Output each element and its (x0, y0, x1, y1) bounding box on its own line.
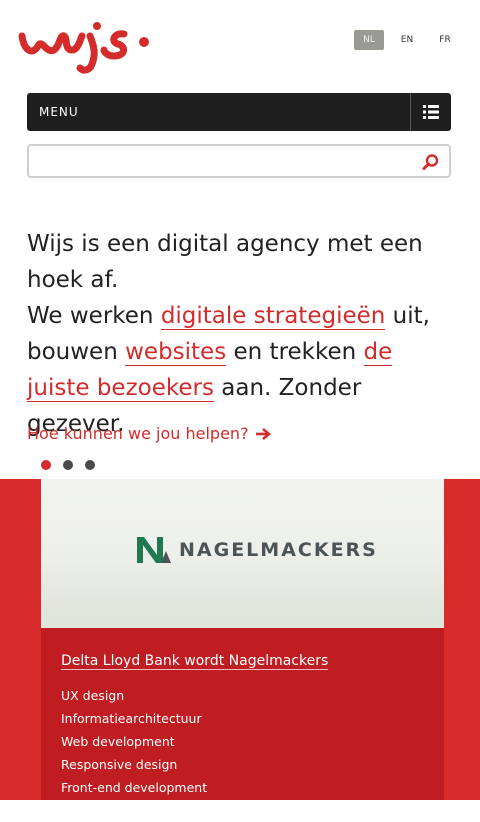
hero-line-2: We werken digitale strategieën uit, (27, 298, 462, 334)
hero-text-segment: en trekken (226, 339, 364, 365)
carousel-dots (41, 460, 95, 470)
image-landscape (41, 558, 444, 628)
menu-toggle-button[interactable] (410, 93, 451, 131)
service-item: Informatiearchitectuur (61, 711, 202, 726)
link-websites[interactable]: websites (125, 339, 227, 366)
service-item: Responsive design (61, 757, 178, 772)
hero-text-segment: uit, (385, 303, 430, 329)
menu-label: MENU (39, 105, 79, 119)
carousel-dot-1[interactable] (41, 460, 51, 470)
language-switcher: NL EN FR (354, 30, 460, 50)
list-icon (423, 105, 439, 119)
case-title-link[interactable]: Delta Lloyd Bank wordt Nagelmackers (61, 653, 329, 670)
hero-line-1: Wijs is een digital agency met een hoek … (27, 231, 423, 293)
case-card-image: NAGELMACKERS (41, 479, 444, 628)
carousel-dot-2[interactable] (63, 460, 73, 470)
hero-text-segment: We werken (27, 303, 161, 329)
wijs-logo[interactable] (18, 20, 152, 74)
help-link-label: Hoe kunnen we jou helpen? (27, 424, 249, 443)
logo-mark (18, 22, 149, 74)
lang-nl[interactable]: NL (354, 30, 384, 50)
menu-bar[interactable]: MENU (27, 93, 451, 131)
nagelmackers-logo: NAGELMACKERS (137, 537, 378, 563)
case-card-body: Delta Lloyd Bank wordt Nagelmackers UX d… (41, 628, 444, 818)
service-item: Front-end development (61, 780, 208, 795)
hero-text: Wijs is een digital agency met een hoek … (27, 226, 462, 442)
lang-fr[interactable]: FR (430, 30, 460, 50)
lang-en[interactable]: EN (392, 30, 422, 50)
search-input[interactable] (35, 146, 419, 176)
search-box (27, 144, 451, 178)
arrow-right-icon (255, 427, 271, 440)
carousel-dot-3[interactable] (85, 460, 95, 470)
service-item: Webshop (61, 803, 119, 818)
nagelmackers-mark-icon (137, 537, 171, 563)
hero-text-segment: bouwen (27, 339, 126, 365)
link-digitale-strategieen[interactable]: digitale strategieën (160, 303, 386, 330)
search-icon (422, 154, 439, 170)
case-card[interactable]: NAGELMACKERS Delta Lloyd Bank wordt Nage… (41, 479, 444, 818)
service-item: Web development (61, 734, 175, 749)
search-button[interactable] (422, 153, 440, 171)
help-link[interactable]: Hoe kunnen we jou helpen? (27, 424, 271, 443)
nagelmackers-wordmark: NAGELMACKERS (179, 539, 378, 561)
services-list: UX design Informatiearchitectuur Web dev… (61, 684, 424, 822)
service-item: UX design (61, 688, 125, 703)
